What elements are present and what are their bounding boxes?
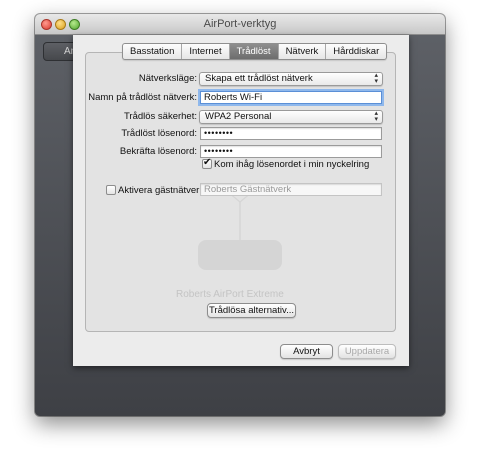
tab-harddiskar[interactable]: Hårddiskar bbox=[326, 44, 386, 59]
guest-network-label: Aktivera gästnätverk: bbox=[118, 185, 207, 196]
tab-tradlost[interactable]: Trådlöst bbox=[229, 44, 279, 59]
network-mode-value: Skapa ett trådlöst nätverk bbox=[205, 73, 313, 84]
guest-network-checkbox[interactable] bbox=[106, 185, 116, 195]
password-field[interactable]: •••••••• bbox=[200, 127, 382, 140]
network-mode-label: Nätverksläge: bbox=[138, 73, 197, 84]
up-down-arrows-icon: ▴ ▾ bbox=[374, 72, 378, 85]
update-button[interactable]: Uppdatera bbox=[338, 344, 396, 359]
network-name-label: Namn på trådlöst nätverk: bbox=[88, 92, 197, 103]
tab-basstation[interactable]: Basstation bbox=[123, 44, 183, 59]
network-mode-popup[interactable]: Skapa ett trådlöst nätverk ▴ ▾ bbox=[199, 72, 383, 86]
wireless-options-button[interactable]: Trådlösa alternativ... bbox=[207, 303, 296, 318]
tab-natverk[interactable]: Nätverk bbox=[279, 44, 327, 59]
security-label: Trådlös säkerhet: bbox=[123, 111, 197, 122]
window-title: AirPort-verktyg bbox=[203, 18, 277, 30]
remember-keychain-checkbox[interactable] bbox=[202, 157, 212, 169]
tab-internet[interactable]: Internet bbox=[182, 44, 230, 59]
security-value: WPA2 Personal bbox=[205, 111, 272, 122]
password-label: Trådlöst lösenord: bbox=[121, 128, 197, 139]
cancel-button[interactable]: Avbryt bbox=[280, 344, 333, 359]
tab-bar: Basstation Internet Trådlöst Nätverk Hår… bbox=[122, 43, 388, 60]
remember-keychain-label: Kom ihåg lösenordet i min nyckelring bbox=[214, 159, 370, 170]
confirm-password-field[interactable]: •••••••• bbox=[200, 145, 382, 158]
title-bar: AirPort-verktyg bbox=[35, 14, 445, 35]
network-name-field[interactable]: Roberts Wi-Fi bbox=[200, 91, 382, 104]
security-popup[interactable]: WPA2 Personal ▴ ▾ bbox=[199, 110, 383, 124]
watermark-label: Roberts AirPort Extreme bbox=[176, 289, 284, 300]
up-down-arrows-icon: ▴ ▾ bbox=[374, 110, 378, 123]
confirm-password-label: Bekräfta lösenord: bbox=[119, 146, 197, 157]
guest-network-field[interactable]: Roberts Gästnätverk bbox=[200, 183, 382, 196]
